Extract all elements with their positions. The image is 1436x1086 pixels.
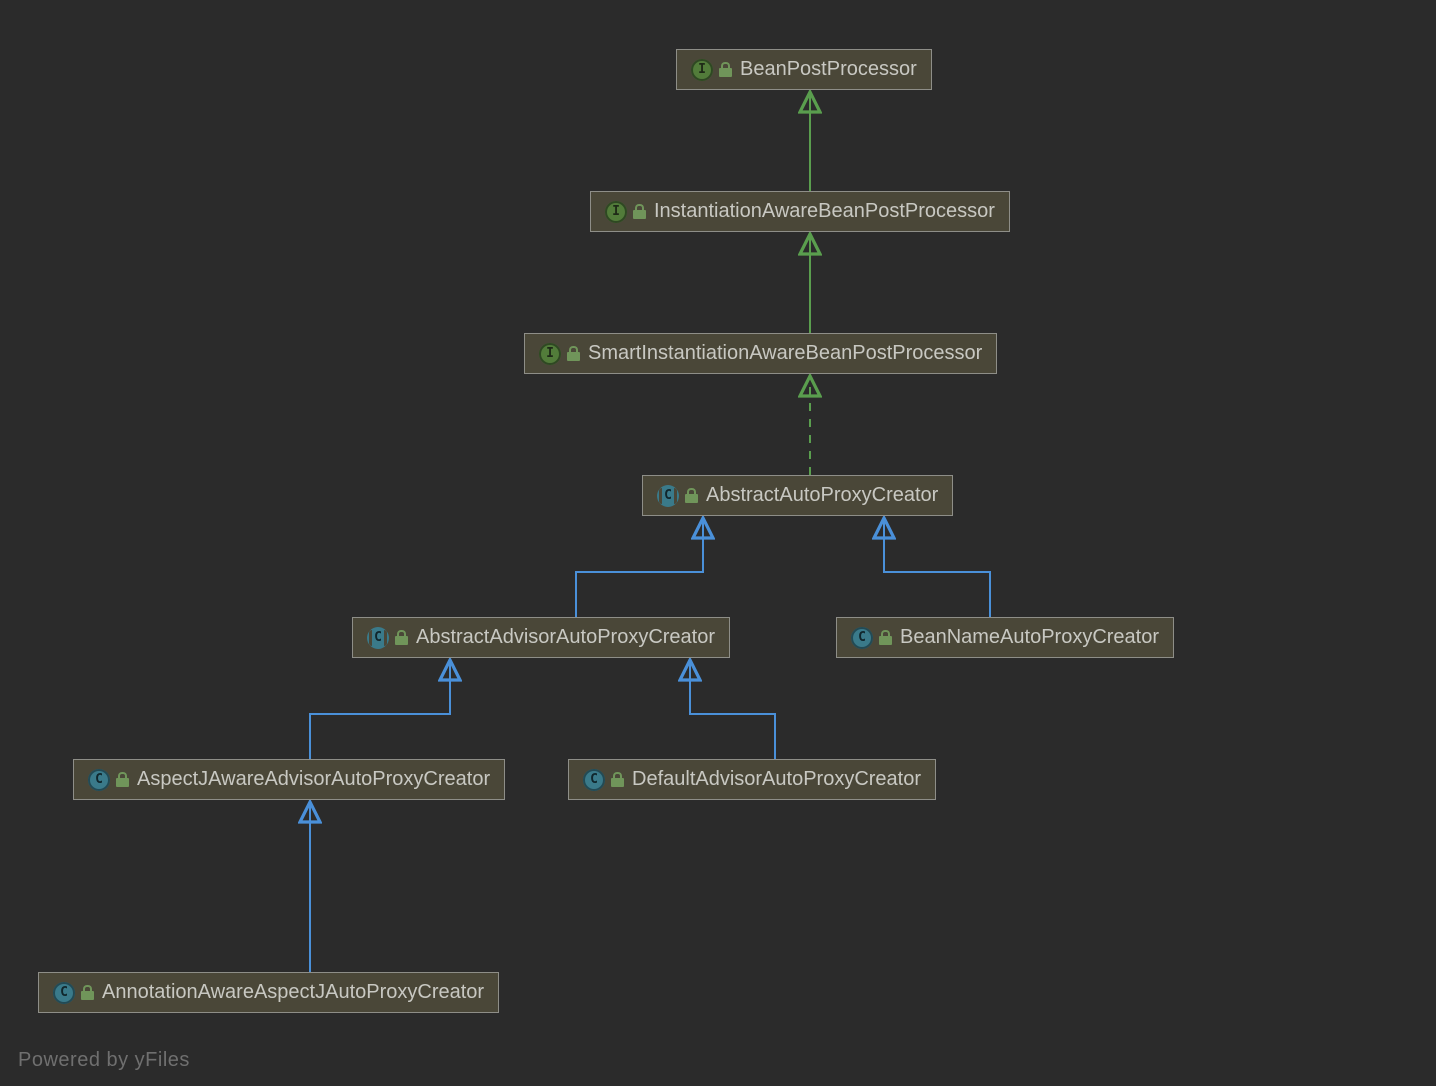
abstract-class-icon: C (657, 485, 679, 507)
node-label: AbstractAutoProxyCreator (706, 484, 938, 507)
lock-icon (116, 772, 129, 787)
node-abstract-advisor-auto-proxy-creator[interactable]: C AbstractAdvisorAutoProxyCreator (352, 617, 730, 658)
edges-layer (0, 0, 1436, 1086)
footer-text: Powered by yFiles (18, 1049, 190, 1071)
lock-icon (719, 62, 732, 77)
node-label: AspectJAwareAdvisorAutoProxyCreator (137, 768, 490, 791)
lock-icon (567, 346, 580, 361)
abstract-class-icon: C (367, 627, 389, 649)
node-label: DefaultAdvisorAutoProxyCreator (632, 768, 921, 791)
node-annotation-aware-aspectj-auto-proxy-creator[interactable]: C AnnotationAwareAspectJAutoProxyCreator (38, 972, 499, 1013)
node-label: InstantiationAwareBeanPostProcessor (654, 200, 995, 223)
edge-n5-n3 (884, 518, 990, 617)
footer-credit: Powered by yFiles (18, 1049, 190, 1072)
class-icon: C (851, 627, 873, 649)
class-icon: C (88, 769, 110, 791)
lock-icon (879, 630, 892, 645)
node-label: AbstractAdvisorAutoProxyCreator (416, 626, 715, 649)
edge-n4-n3 (576, 518, 703, 617)
class-icon: C (583, 769, 605, 791)
interface-icon: I (605, 201, 627, 223)
interface-icon: I (691, 59, 713, 81)
lock-icon (633, 204, 646, 219)
node-label: BeanNameAutoProxyCreator (900, 626, 1159, 649)
lock-icon (611, 772, 624, 787)
lock-icon (395, 630, 408, 645)
lock-icon (81, 985, 94, 1000)
node-bean-name-auto-proxy-creator[interactable]: C BeanNameAutoProxyCreator (836, 617, 1174, 658)
node-label: SmartInstantiationAwareBeanPostProcessor (588, 342, 982, 365)
node-smart-instantiation-aware-bpp[interactable]: I SmartInstantiationAwareBeanPostProcess… (524, 333, 997, 374)
node-abstract-auto-proxy-creator[interactable]: C AbstractAutoProxyCreator (642, 475, 953, 516)
edge-n7-n4 (690, 660, 775, 759)
node-aspectj-aware-advisor-auto-proxy-creator[interactable]: C AspectJAwareAdvisorAutoProxyCreator (73, 759, 505, 800)
edge-n6-n4 (310, 660, 450, 759)
node-label: AnnotationAwareAspectJAutoProxyCreator (102, 981, 484, 1004)
node-bean-post-processor[interactable]: I BeanPostProcessor (676, 49, 932, 90)
diagram-canvas: I BeanPostProcessor I InstantiationAware… (0, 0, 1436, 1086)
node-label: BeanPostProcessor (740, 58, 917, 81)
interface-icon: I (539, 343, 561, 365)
lock-icon (685, 488, 698, 503)
class-icon: C (53, 982, 75, 1004)
node-instantiation-aware-bpp[interactable]: I InstantiationAwareBeanPostProcessor (590, 191, 1010, 232)
node-default-advisor-auto-proxy-creator[interactable]: C DefaultAdvisorAutoProxyCreator (568, 759, 936, 800)
